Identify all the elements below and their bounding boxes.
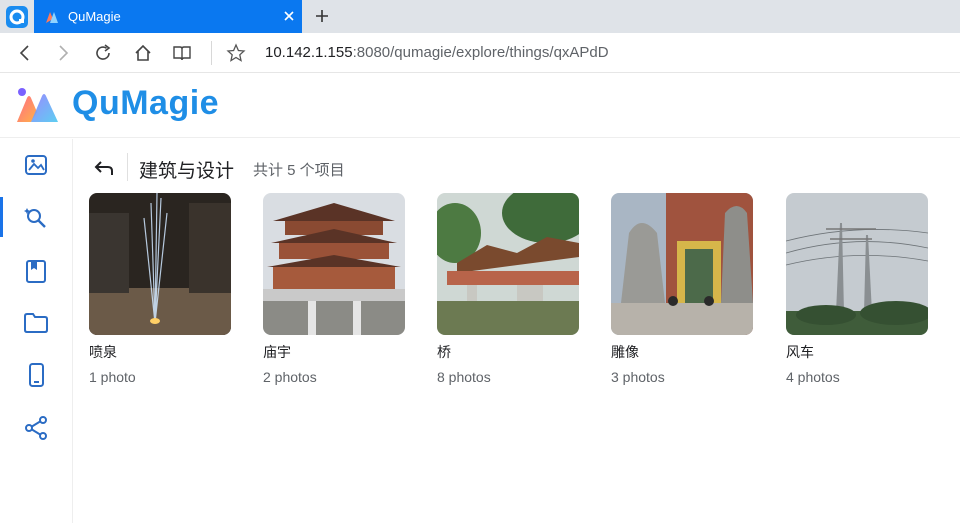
share-icon[interactable] bbox=[22, 414, 50, 442]
toolbar-divider bbox=[211, 41, 212, 65]
photo-count: 1 photo bbox=[89, 369, 136, 385]
close-icon[interactable] bbox=[282, 9, 296, 23]
photo-count: 4 photos bbox=[786, 369, 840, 385]
category-thumbnail[interactable] bbox=[611, 193, 753, 335]
item-count: 共计 5 个项目 bbox=[253, 162, 345, 179]
fountain-thumbnail bbox=[89, 193, 231, 335]
category-card[interactable]: 喷泉 1 photo bbox=[89, 193, 231, 385]
plus-icon[interactable] bbox=[314, 8, 330, 24]
category-name: 雕像 bbox=[611, 344, 639, 360]
category-card[interactable]: 庙宇 2 photos bbox=[263, 193, 405, 385]
back-icon[interactable] bbox=[15, 43, 35, 63]
address-bar[interactable]: 10.142.1.155:8080/qumagie/explore/things… bbox=[265, 44, 609, 61]
back-arrow-icon[interactable] bbox=[92, 156, 116, 180]
category-name: 桥 bbox=[437, 344, 451, 360]
title-divider bbox=[127, 153, 128, 181]
category-thumbnail[interactable] bbox=[89, 193, 231, 335]
app-name: QuMagie bbox=[72, 84, 220, 122]
home-icon[interactable] bbox=[133, 43, 153, 63]
browser-tab[interactable]: QuMagie bbox=[34, 0, 302, 33]
category-thumbnail[interactable] bbox=[437, 193, 579, 335]
browser-toolbar: 10.142.1.155:8080/qumagie/explore/things… bbox=[0, 33, 960, 73]
album-icon[interactable] bbox=[22, 257, 50, 285]
reader-icon[interactable] bbox=[172, 43, 192, 63]
category-card[interactable]: 风车 4 photos bbox=[786, 193, 928, 385]
url-host: 10.142.1.155 bbox=[265, 44, 353, 61]
category-name: 庙宇 bbox=[263, 344, 291, 360]
browser-tab-strip: QuMagie bbox=[0, 0, 960, 33]
qumagie-favicon-icon bbox=[46, 12, 58, 23]
category-thumbnail[interactable] bbox=[263, 193, 405, 335]
statue-thumbnail bbox=[611, 193, 753, 335]
category-card[interactable]: 桥 8 photos bbox=[437, 193, 579, 385]
temple-thumbnail bbox=[263, 193, 405, 335]
bridge-thumbnail bbox=[437, 193, 579, 335]
star-icon[interactable] bbox=[226, 43, 246, 63]
photo-count: 2 photos bbox=[263, 369, 317, 385]
windmill-thumbnail bbox=[786, 193, 928, 335]
category-name: 风车 bbox=[786, 344, 814, 360]
app-header: QuMagie bbox=[0, 74, 960, 138]
active-indicator bbox=[0, 197, 3, 237]
url-path: :8080/qumagie/explore/things/qxAPdD bbox=[352, 44, 609, 61]
tab-title: QuMagie bbox=[68, 9, 121, 24]
photo-count: 8 photos bbox=[437, 369, 491, 385]
category-thumbnail[interactable] bbox=[786, 193, 928, 335]
category-name: 喷泉 bbox=[89, 344, 117, 360]
reload-icon[interactable] bbox=[93, 43, 113, 63]
page-title: 建筑与设计 bbox=[139, 161, 235, 182]
browser-logo-icon bbox=[6, 6, 28, 28]
photos-icon[interactable] bbox=[22, 151, 50, 179]
category-card[interactable]: 雕像 3 photos bbox=[611, 193, 753, 385]
explore-icon[interactable] bbox=[22, 204, 50, 232]
qumagie-logo-icon bbox=[17, 88, 58, 122]
photo-count: 3 photos bbox=[611, 369, 665, 385]
left-navigation-rail bbox=[0, 139, 73, 523]
forward-icon[interactable] bbox=[53, 43, 73, 63]
folder-icon[interactable] bbox=[22, 309, 50, 337]
phone-icon[interactable] bbox=[22, 361, 50, 389]
